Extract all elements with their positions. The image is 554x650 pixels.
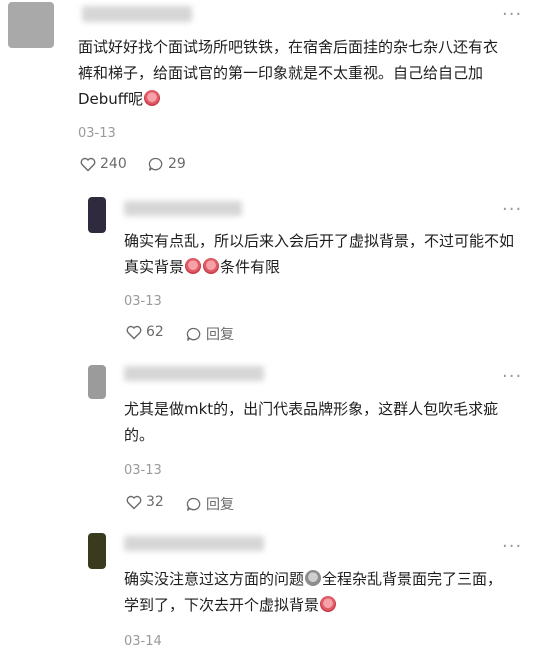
heart-icon — [126, 325, 142, 340]
reply-button[interactable]: 回复 — [186, 494, 234, 514]
comment-date: 03-13 — [124, 463, 162, 478]
reply-label: 回复 — [206, 327, 234, 343]
comment-text: 面试好好找个面试场所吧铁铁，在宿舍后面挂的杂七杂八还有衣裤和梯子，给面试官的第一… — [78, 34, 504, 112]
reply-button[interactable]: 29 — [148, 156, 186, 172]
emoji-icon — [305, 570, 322, 586]
like-button[interactable]: 240 — [80, 156, 127, 172]
comment-icon — [148, 157, 164, 172]
username-blurred[interactable] — [82, 6, 192, 22]
comment-body: 面试好好找个面试场所吧铁铁，在宿舍后面挂的杂七杂八还有衣裤和梯子，给面试官的第一… — [78, 38, 499, 108]
emoji-icon — [185, 258, 202, 274]
like-count: 62 — [146, 324, 164, 340]
heart-icon — [80, 157, 96, 172]
username-blurred[interactable] — [124, 366, 264, 381]
reply-label: 回复 — [206, 497, 234, 513]
avatar[interactable] — [88, 365, 106, 399]
emoji-icon — [320, 596, 337, 612]
comment-icon — [186, 327, 202, 342]
like-button[interactable]: 32 — [126, 494, 164, 510]
like-button[interactable]: 62 — [126, 324, 164, 340]
comment-body: 确实没注意过这方面的问题 — [124, 570, 305, 588]
like-count: 240 — [100, 156, 127, 172]
more-icon[interactable]: ··· — [502, 201, 522, 219]
comment-text: 尤其是做mkt的，出门代表品牌形象，这群人包吹毛求疵的。 — [124, 396, 514, 448]
username-blurred[interactable] — [124, 201, 242, 216]
username-blurred[interactable] — [124, 536, 264, 551]
avatar[interactable] — [88, 197, 106, 233]
more-icon[interactable]: ··· — [502, 538, 522, 556]
comment-body-cont: 条件有限 — [220, 258, 281, 276]
comment-text: 确实有点乱，所以后来入会后开了虚拟背景，不过可能不如真实背景 条件有限 — [124, 228, 514, 280]
more-icon[interactable]: ··· — [502, 6, 522, 24]
heart-icon — [126, 495, 142, 510]
emoji-icon — [203, 258, 220, 274]
comment-date: 03-14 — [124, 634, 162, 649]
more-icon[interactable]: ··· — [502, 368, 522, 386]
like-count: 32 — [146, 494, 164, 510]
avatar[interactable] — [8, 2, 54, 48]
comment-body: 确实有点乱，所以后来入会后开了虚拟背景，不过可能不如真实背景 — [124, 232, 515, 276]
comment-date: 03-13 — [124, 294, 162, 309]
reply-button[interactable]: 回复 — [186, 324, 234, 344]
emoji-icon — [144, 90, 161, 106]
comment-text: 确实没注意过这方面的问题 全程杂乱背景面完了三面，学到了，下次去开个虚拟背景 — [124, 566, 514, 618]
comment-date: 03-13 — [78, 126, 116, 141]
comment-icon — [186, 497, 202, 512]
avatar[interactable] — [88, 533, 106, 569]
reply-count: 29 — [168, 156, 186, 172]
comment-body: 尤其是做mkt的，出门代表品牌形象，这群人包吹毛求疵的。 — [124, 400, 499, 444]
